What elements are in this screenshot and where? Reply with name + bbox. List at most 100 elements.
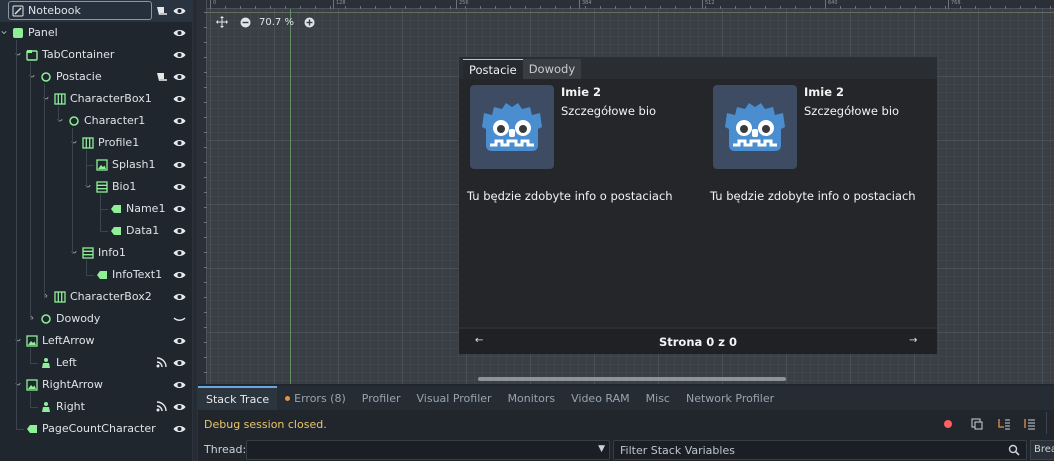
dock-tab-monitors[interactable]: Monitors	[500, 386, 564, 410]
canvas-viewport[interactable]: 01282563845126407688961024 70.7 % Postac…	[198, 0, 1054, 384]
ruler-minor-tick	[204, 117, 207, 118]
visibility-toggle[interactable]	[173, 358, 186, 368]
control-icon	[41, 72, 51, 82]
copy-icon[interactable]	[969, 416, 985, 432]
tree-guide	[100, 209, 108, 210]
visibility-toggle[interactable]	[173, 28, 186, 38]
dock-tab-label: Misc	[645, 391, 670, 405]
tree-item-tabcontainer[interactable]: ⌄ TabContainer	[0, 44, 192, 66]
step-over-icon[interactable]	[1022, 416, 1038, 432]
zoom-level[interactable]: 70.7 %	[259, 17, 294, 28]
visibility-toggle[interactable]	[173, 6, 186, 16]
visibility-toggle[interactable]	[173, 138, 186, 148]
dock-tab-misc[interactable]: Misc	[638, 386, 678, 410]
chevron-right-icon[interactable]: ›	[27, 312, 37, 323]
right-arrow-button[interactable]: →	[909, 335, 917, 346]
dock-tab-label: Stack Trace	[206, 392, 270, 406]
godot-logo-icon	[482, 103, 542, 151]
visibility-toggle[interactable]	[173, 380, 186, 390]
game-preview[interactable]: Postacie Dowody Imie 2 Szczegółowe bio Tu…	[459, 57, 937, 354]
tree-item-label: TabContainer	[42, 48, 115, 61]
dock-tab-video-ram[interactable]: Video RAM	[563, 386, 638, 410]
godot-logo-icon	[725, 103, 785, 151]
dock-tab-profiler[interactable]: Profiler	[354, 386, 409, 410]
visibility-toggle[interactable]	[173, 424, 186, 434]
tree-item-name1[interactable]: Name1	[0, 198, 192, 220]
tree-item-left[interactable]: Left	[0, 352, 192, 374]
tree-item-infotext1[interactable]: InfoText1	[0, 264, 192, 286]
filter-stack-variables-input[interactable]	[613, 440, 1027, 460]
tree-item-postacie[interactable]: ⌄ Postacie	[0, 66, 192, 88]
eye-icon	[173, 206, 186, 212]
ruler-minor-tick	[255, 6, 256, 9]
dock-tab-visual-profiler[interactable]: Visual Profiler	[409, 386, 500, 410]
ruler-minor-tick	[204, 252, 207, 253]
ruler-minor-tick	[390, 6, 391, 9]
visibility-toggle[interactable]	[173, 402, 186, 412]
tree-item-info1[interactable]: ⌄ Info1	[0, 242, 192, 264]
ruler-minor-tick	[975, 6, 976, 9]
chevron-right-icon[interactable]: ›	[41, 290, 51, 301]
ruler-minor-tick	[1050, 6, 1051, 9]
thread-select[interactable]: ▼	[246, 440, 610, 460]
eye-closed-icon	[173, 317, 186, 321]
tabcontainer-icon	[26, 50, 38, 61]
texture-icon	[26, 379, 38, 391]
tree-item-characterbox1[interactable]: ⌄ CharacterBox1	[0, 88, 192, 110]
game-tab-dowody[interactable]: Dowody	[522, 59, 582, 79]
chevron-down-icon[interactable]: ⌄	[0, 24, 9, 36]
signal-icon	[156, 401, 167, 412]
visibility-toggle[interactable]	[173, 314, 186, 324]
tree-item-right[interactable]: Right	[0, 396, 192, 418]
top-ruler: 01282563845126407688961024	[198, 0, 1054, 9]
tree-item-data1[interactable]: Data1	[0, 220, 192, 242]
visibility-toggle[interactable]	[173, 204, 186, 214]
tree-item-dowody[interactable]: › Dowody	[0, 308, 192, 330]
tree-item-notebook[interactable]: Notebook	[0, 0, 192, 22]
tree-item-splash1[interactable]: Splash1	[0, 154, 192, 176]
tree-item-label: Character1	[84, 114, 146, 127]
visibility-toggle[interactable]	[173, 270, 186, 280]
tree-item-character1[interactable]: ⌄ Character1	[0, 110, 192, 132]
stack-controls: Thread: ▼ Break	[198, 438, 1054, 461]
tree-item-profile1[interactable]: ⌄ Profile1	[0, 132, 192, 154]
step-into-icon[interactable]	[996, 416, 1012, 432]
splitter-grip[interactable]	[193, 0, 197, 461]
visibility-toggle[interactable]	[173, 160, 186, 170]
break-button[interactable]: Break	[1030, 440, 1054, 460]
tree-item-bio1[interactable]: ⌄ Bio1	[0, 176, 192, 198]
record-icon[interactable]	[940, 416, 956, 432]
visibility-toggle[interactable]	[173, 248, 186, 258]
zoom-out-icon[interactable]	[240, 17, 251, 28]
tree-guide	[100, 231, 108, 232]
tree-item-label: Dowody	[56, 312, 101, 325]
tree-item-leftarrow[interactable]: ⌄ LeftArrow	[0, 330, 192, 352]
tree-item-characterbox2[interactable]: › CharacterBox2	[0, 286, 192, 308]
dock-tab-label: Video RAM	[571, 391, 630, 405]
ruler-minor-tick	[705, 6, 706, 9]
visibility-toggle[interactable]	[173, 292, 186, 302]
dock-tab-errors-8[interactable]: Errors (8)	[277, 386, 354, 410]
ruler-minor-tick	[204, 102, 207, 103]
visibility-toggle[interactable]	[173, 94, 186, 104]
horizontal-scrollbar[interactable]	[478, 377, 786, 381]
visibility-toggle[interactable]	[173, 72, 186, 82]
tree-item-label: Notebook	[28, 4, 81, 17]
hbox-icon	[54, 291, 66, 303]
visibility-toggle[interactable]	[173, 336, 186, 346]
zoom-in-icon[interactable]	[304, 17, 315, 28]
eye-icon	[173, 294, 186, 300]
ruler-minor-tick	[585, 6, 586, 9]
game-tab-postacie[interactable]: Postacie	[463, 59, 523, 79]
visibility-toggle[interactable]	[173, 50, 186, 60]
ruler-minor-tick	[990, 6, 991, 9]
visibility-toggle[interactable]	[173, 226, 186, 236]
tree-item-rightarrow[interactable]: ⌄ RightArrow	[0, 374, 192, 396]
dock-tab-stack-trace[interactable]: Stack Trace	[198, 386, 278, 410]
visibility-toggle[interactable]	[173, 116, 186, 126]
center-view-icon[interactable]	[216, 16, 228, 28]
tree-item-panel[interactable]: ⌄ Panel	[0, 22, 192, 44]
dock-tab-network-profiler[interactable]: Network Profiler	[678, 386, 782, 410]
tree-item-pagecountcharacter[interactable]: PageCountCharacter	[0, 418, 192, 440]
visibility-toggle[interactable]	[173, 182, 186, 192]
